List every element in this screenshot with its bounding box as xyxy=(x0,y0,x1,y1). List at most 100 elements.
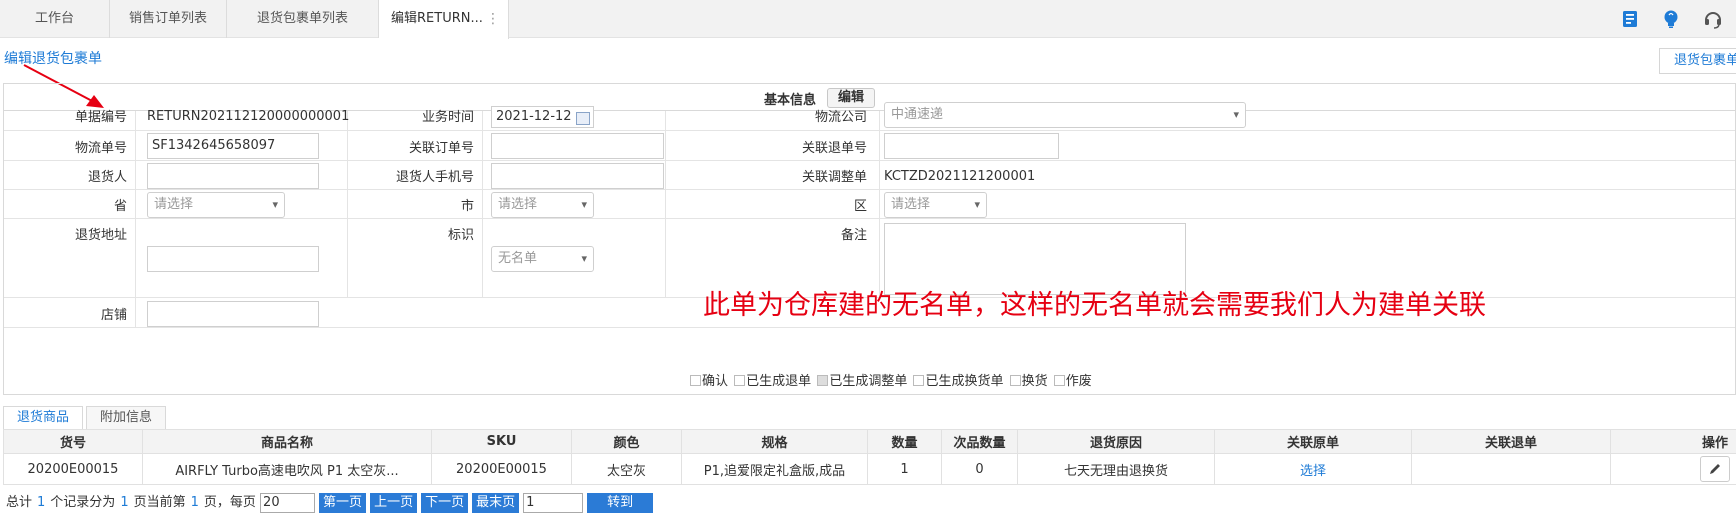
per-page-input[interactable]: 20 xyxy=(260,492,316,513)
checkbox-label: 已生成换货单 xyxy=(925,374,1004,389)
biz-time-input[interactable]: 2021-12-12 xyxy=(491,106,594,128)
tab-sales-orders[interactable]: 销售订单列表 xyxy=(110,0,227,38)
checkbox-label: 作废 xyxy=(1065,374,1092,389)
goto-button[interactable]: 转到 xyxy=(587,492,654,513)
province-select[interactable]: 请选择 ▾ xyxy=(147,192,285,218)
chevron-down-icon: ▾ xyxy=(272,198,278,211)
more-icon[interactable]: ⋮ xyxy=(486,0,500,38)
col-item-no: 货号 xyxy=(3,429,143,454)
exchange-checkbox[interactable]: 换货 xyxy=(1009,374,1048,389)
adjust-generated-checkbox[interactable]: 已生成调整单 xyxy=(817,374,907,389)
last-page-button[interactable]: 最末页 xyxy=(472,492,520,513)
lightbulb-icon[interactable] xyxy=(1661,9,1681,29)
void-checkbox[interactable]: 作废 xyxy=(1053,374,1092,389)
pager-text: 页当前第 xyxy=(133,495,186,510)
headset-icon[interactable] xyxy=(1703,9,1723,29)
related-order-input[interactable] xyxy=(491,133,664,159)
city-label: 市 xyxy=(460,199,474,214)
logistics-company-label: 物流公司 xyxy=(814,110,867,125)
checkbox-box[interactable] xyxy=(690,375,701,386)
col-name: 商品名称 xyxy=(142,429,432,454)
return-package-button[interactable]: 退货包裹单 xyxy=(1659,48,1736,74)
basic-info-form: 基本信息 编辑 单据编号 RETURN202112120000000001 业务… xyxy=(3,83,1736,395)
edit-row-button[interactable] xyxy=(1700,456,1730,482)
pager-current: 1 xyxy=(190,495,199,510)
related-adjust-value: KCTZD2021121200001 xyxy=(884,169,1036,184)
tab-return-goods[interactable]: 退货商品 xyxy=(3,406,83,430)
checkbox-label: 已生成退单 xyxy=(746,374,812,389)
related-adjust-label: 关联调整单 xyxy=(801,170,867,185)
tab-label: 退货商品 xyxy=(16,410,69,425)
exchange-generated-checkbox[interactable]: 已生成换货单 xyxy=(913,374,1003,389)
checkbox-box[interactable] xyxy=(1053,375,1065,386)
tracking-no-value: SF1342645658097 xyxy=(152,138,276,153)
col-qty: 数量 xyxy=(867,429,942,454)
checkbox-box[interactable] xyxy=(913,375,925,386)
checkbox-box[interactable] xyxy=(734,375,746,386)
cell-defect-qty: 0 xyxy=(941,453,1018,485)
tracking-no-label: 物流单号 xyxy=(74,141,127,156)
return-generated-checkbox[interactable]: 已生成退单 xyxy=(734,374,811,389)
first-page-button[interactable]: 第一页 xyxy=(319,492,367,513)
tracking-no-input[interactable]: SF1342645658097 xyxy=(147,133,319,159)
cell-sku: 20200E00015 xyxy=(431,453,572,485)
chevron-down-icon: ▾ xyxy=(974,198,980,211)
cell-actions xyxy=(1610,453,1736,485)
city-placeholder: 请选择 xyxy=(498,197,538,212)
pager-text: 页，每页 xyxy=(203,495,256,510)
returner-input[interactable] xyxy=(147,163,319,189)
tab-bar: 工作台 销售订单列表 退货包裹单列表 编辑RETURN... ⋮ xyxy=(0,0,1736,39)
cell-related-order: 选择 xyxy=(1214,453,1412,485)
checkbox-box[interactable] xyxy=(817,375,829,386)
tab-extra-info[interactable]: 附加信息 xyxy=(86,406,166,430)
returner-label: 退货人 xyxy=(87,170,127,185)
related-order-label: 关联订单号 xyxy=(408,141,474,156)
return-goods-table: 货号 商品名称 SKU 颜色 规格 数量 次品数量 退货原因 关联原单 关联退单… xyxy=(3,429,1736,485)
confirm-checkbox[interactable]: 确认 xyxy=(690,374,728,389)
tab-edit-return[interactable]: 编辑RETURN... ⋮ xyxy=(379,0,509,39)
calendar-icon[interactable] xyxy=(576,112,590,125)
tag-select[interactable]: 无名单 ▾ xyxy=(491,246,594,272)
next-page-button[interactable]: 下一页 xyxy=(421,492,469,513)
district-select[interactable]: 请选择 ▾ xyxy=(884,192,987,218)
select-order-link[interactable]: 选择 xyxy=(1300,464,1326,479)
doc-no-value: RETURN202112120000000001 xyxy=(147,109,350,124)
tab-label: 退货包裹单列表 xyxy=(256,11,348,26)
district-placeholder: 请选择 xyxy=(891,197,931,212)
remark-label: 备注 xyxy=(840,228,867,243)
cell-qty: 1 xyxy=(867,453,942,485)
checkbox-box[interactable] xyxy=(1009,375,1021,386)
shop-input[interactable] xyxy=(147,301,319,327)
tab-workbench[interactable]: 工作台 xyxy=(0,0,110,38)
checkbox-label: 已生成调整单 xyxy=(829,374,908,389)
section-header: 基本信息 编辑 xyxy=(4,84,1735,111)
logistics-company-select[interactable]: 中通速递 ▾ xyxy=(884,102,1246,128)
district-label: 区 xyxy=(853,199,867,214)
book-icon[interactable] xyxy=(1620,9,1640,29)
tag-value: 无名单 xyxy=(498,251,538,266)
edit-button[interactable]: 编辑 xyxy=(827,88,875,108)
biz-time-label: 业务时间 xyxy=(421,110,474,125)
logistics-company-value: 中通速递 xyxy=(891,107,944,122)
returner-phone-input[interactable] xyxy=(491,163,664,189)
address-input[interactable] xyxy=(147,246,319,272)
pagination: 总计 1 个记录分为 1 页当前第 1 页，每页 20 第一页 上一页 下一页 最末页 1 转到 xyxy=(6,491,657,513)
status-checkboxes: 确认 已生成退单 已生成调整单 已生成换货单 换货 作废 xyxy=(690,370,1094,389)
prev-page-button[interactable]: 上一页 xyxy=(370,492,418,513)
tab-return-packages[interactable]: 退货包裹单列表 xyxy=(227,0,379,38)
cell-related-return xyxy=(1411,453,1611,485)
related-return-input[interactable] xyxy=(884,133,1059,159)
shop-label: 店铺 xyxy=(100,308,127,323)
checkbox-label: 确认 xyxy=(702,374,729,389)
returner-phone-label: 退货人手机号 xyxy=(395,170,474,185)
pager-total: 1 xyxy=(37,495,46,510)
city-select[interactable]: 请选择 ▾ xyxy=(491,192,594,218)
goto-page-input[interactable]: 1 xyxy=(523,492,584,513)
col-related-order: 关联原单 xyxy=(1214,429,1412,454)
cell-name: AIRFLY Turbo高速电吹风 P1 太空灰... xyxy=(142,453,432,485)
tag-label: 标识 xyxy=(447,228,474,243)
cell-reason: 七天无理由退换货 xyxy=(1017,453,1215,485)
address-label: 退货地址 xyxy=(74,228,127,243)
col-related-return: 关联退单 xyxy=(1411,429,1611,454)
col-actions: 操作 xyxy=(1610,429,1736,454)
